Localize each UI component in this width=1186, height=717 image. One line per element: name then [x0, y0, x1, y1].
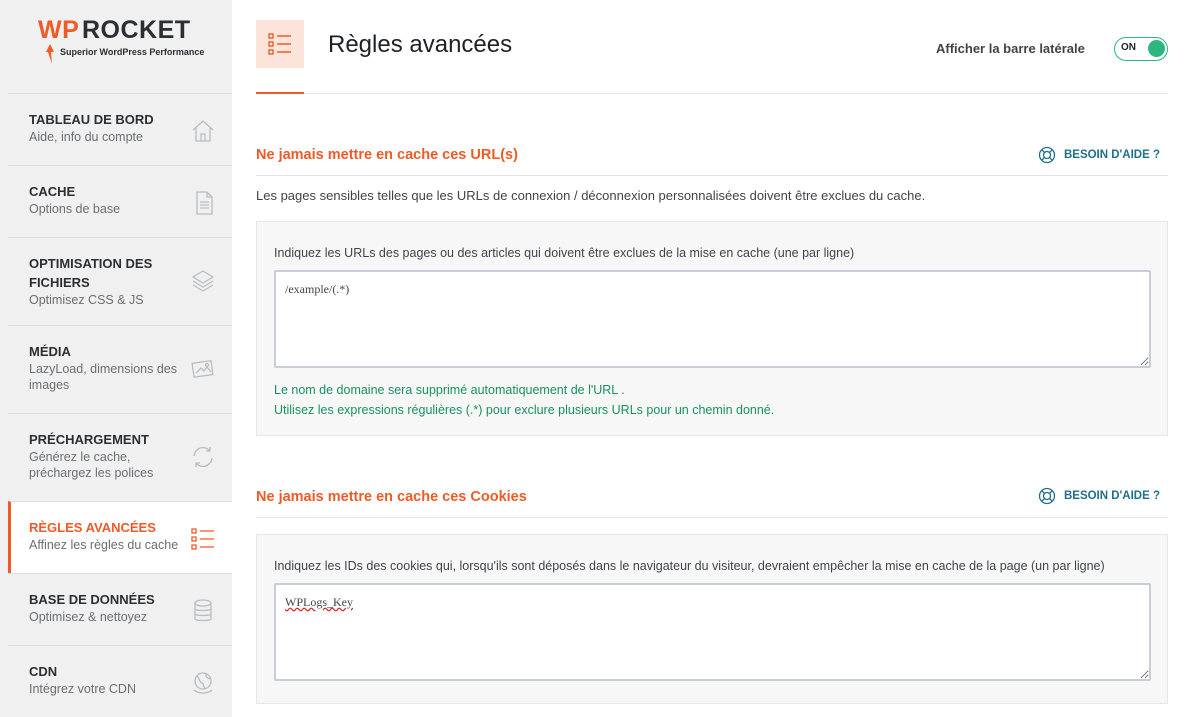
- section-icon-box: [256, 20, 304, 68]
- sidebar-item-subtitle: LazyLoad, dimensions des images: [29, 362, 178, 392]
- toggle-state: ON: [1121, 42, 1136, 53]
- sidebar-item-preload[interactable]: PRÉCHARGEMENT Générez le cache, précharg…: [8, 413, 232, 501]
- section-title-cookies: Ne jamais mettre en cache ces Cookies: [256, 489, 527, 505]
- lifebuoy-icon: [1038, 487, 1056, 505]
- header-divider: [256, 93, 1168, 94]
- sidebar-item-dashboard[interactable]: TABLEAU DE BORD Aide, info du compte: [8, 93, 232, 165]
- list-icon: [268, 33, 291, 55]
- logo-tagline: Superior WordPress Performance: [60, 47, 205, 57]
- sidebar-item-subtitle: Générez le cache, préchargez les polices: [29, 450, 154, 480]
- layers-icon: [191, 270, 215, 292]
- title-underline: [256, 92, 304, 94]
- sidebar-item-subtitle: Optimisez CSS & JS: [29, 293, 144, 307]
- page-title: Règles avancées: [328, 31, 513, 58]
- image-icon: [191, 359, 214, 378]
- help-button-cookies[interactable]: BESOIN D'AIDE ?: [1038, 487, 1160, 505]
- help-label: BESOIN D'AIDE ?: [1063, 149, 1160, 161]
- sidebar: WP ROCKET Superior WordPress Performance…: [0, 0, 232, 717]
- sidebar-toggle[interactable]: ON: [1114, 37, 1168, 61]
- url-exclusion-box: Indiquez les URLs des pages ou des artic…: [256, 221, 1168, 436]
- sidebar-nav: TABLEAU DE BORD Aide, info du compte CAC…: [8, 93, 232, 717]
- section-title-urls: Ne jamais mettre en cache ces URL(s): [256, 147, 518, 163]
- sidebar-item-file-optimization[interactable]: OPTIMISATION DES FICHIERS Optimisez CSS …: [8, 237, 232, 325]
- lifebuoy-icon: [1038, 146, 1056, 164]
- sidebar-item-database[interactable]: BASE DE DONNÉES Optimisez & nettoyez: [8, 573, 232, 645]
- wp-rocket-logo[interactable]: WP ROCKET Superior WordPress Performance: [38, 16, 208, 70]
- sidebar-item-cdn[interactable]: CDN Intégrez votre CDN: [8, 645, 232, 717]
- help-label: BESOIN D'AIDE ?: [1063, 490, 1160, 502]
- sidebar-item-media[interactable]: MÉDIA LazyLoad, dimensions des images: [8, 325, 232, 413]
- sidebar-item-advanced-rules[interactable]: RÈGLES AVANCÉES Affinez les règles du ca…: [8, 501, 232, 573]
- hint-domain: Le nom de domaine sera supprimé automati…: [274, 383, 625, 397]
- list-icon: [191, 528, 214, 550]
- help-button-urls[interactable]: BESOIN D'AIDE ?: [1038, 146, 1160, 164]
- logo-wp: WP: [38, 16, 80, 44]
- refresh-icon: [193, 447, 213, 467]
- database-icon: [194, 599, 212, 622]
- flame-icon: [46, 44, 54, 64]
- sidebar-item-cache[interactable]: CACHE Options de base: [8, 165, 232, 237]
- globe-icon: [193, 672, 213, 694]
- home-icon: [192, 120, 214, 142]
- sidebar-toggle-label: Afficher la barre latérale: [936, 41, 1085, 56]
- field-label: Indiquez les IDs des cookies qui, lorsqu…: [274, 559, 1105, 573]
- toggle-knob: [1148, 40, 1165, 57]
- field-label: Indiquez les URLs des pages ou des artic…: [274, 246, 855, 260]
- section-divider: [256, 175, 1168, 176]
- section-description: Les pages sensibles telles que les URLs …: [256, 188, 926, 203]
- cookie-exclusion-box: Indiquez les IDs des cookies qui, lorsqu…: [256, 534, 1168, 704]
- logo-rocket: ROCKET: [82, 16, 191, 44]
- cookie-exclusion-textarea[interactable]: WPLogs_Key: [274, 583, 1151, 681]
- url-exclusion-textarea[interactable]: /example/(.*): [274, 270, 1151, 368]
- sidebar-item-title: OPTIMISATION DES FICHIERS: [29, 256, 153, 290]
- hint-regex: Utilisez les expressions régulières (.*)…: [274, 403, 775, 417]
- section-divider: [256, 517, 1168, 518]
- document-icon: [196, 191, 213, 215]
